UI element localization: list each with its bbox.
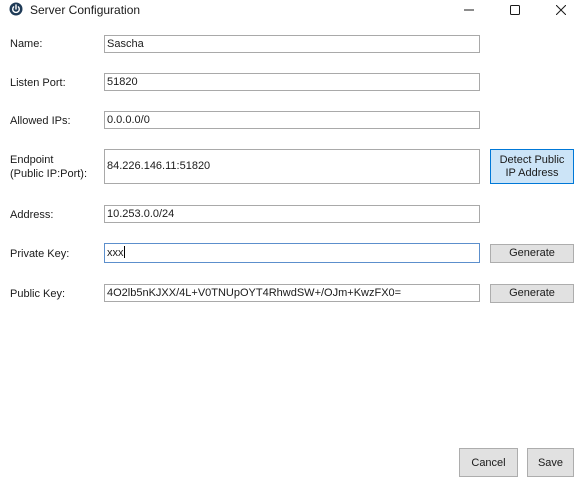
generate-public-key-button[interactable]: Generate <box>490 284 574 303</box>
generate-private-key-button[interactable]: Generate <box>490 244 574 263</box>
save-button[interactable]: Save <box>527 448 574 477</box>
minimize-icon <box>464 5 474 15</box>
private-key-value: xxx <box>107 247 124 259</box>
public-key-label: Public Key: <box>10 288 66 300</box>
maximize-icon <box>510 5 520 15</box>
close-button[interactable] <box>538 0 584 20</box>
title-bar[interactable]: Server Configuration <box>0 0 584 20</box>
endpoint-label: Endpoint (Public IP:Port): <box>10 153 87 181</box>
private-key-field[interactable]: xxx <box>104 243 480 263</box>
minimize-button[interactable] <box>446 0 492 20</box>
close-icon <box>556 5 566 15</box>
address-label: Address: <box>10 209 54 221</box>
detect-public-ip-button[interactable]: Detect Public IP Address <box>490 149 574 184</box>
endpoint-label-line1: Endpoint <box>10 154 54 166</box>
detect-button-line1: Detect Public <box>499 153 565 166</box>
power-icon <box>9 2 23 16</box>
endpoint-label-line2: (Public IP:Port): <box>10 168 88 180</box>
detect-public-ip-button-label: Detect Public IP Address <box>500 154 565 180</box>
allowed-ips-field[interactable]: 0.0.0.0/0 <box>104 111 480 129</box>
private-key-label: Private Key: <box>10 248 70 260</box>
cancel-button[interactable]: Cancel <box>459 448 518 477</box>
address-field[interactable]: 10.253.0.0/24 <box>104 205 480 223</box>
endpoint-field[interactable]: 84.226.146.11:51820 <box>104 149 480 184</box>
name-label: Name: <box>10 38 43 50</box>
maximize-button[interactable] <box>492 0 538 20</box>
detect-button-line2: IP Address <box>505 166 559 179</box>
name-field[interactable]: Sascha <box>104 35 480 53</box>
server-configuration-window: Server Configuration Name: Sascha Listen… <box>0 0 584 484</box>
allowed-ips-label: Allowed IPs: <box>10 115 71 127</box>
window-title: Server Configuration <box>30 3 141 17</box>
listen-port-label: Listen Port: <box>10 77 66 89</box>
text-caret <box>123 246 125 258</box>
listen-port-field[interactable]: 51820 <box>104 73 480 91</box>
public-key-field[interactable]: 4O2lb5nKJXX/4L+V0TNUpOYT4RhwdSW+/OJm+Kwz… <box>104 284 480 302</box>
